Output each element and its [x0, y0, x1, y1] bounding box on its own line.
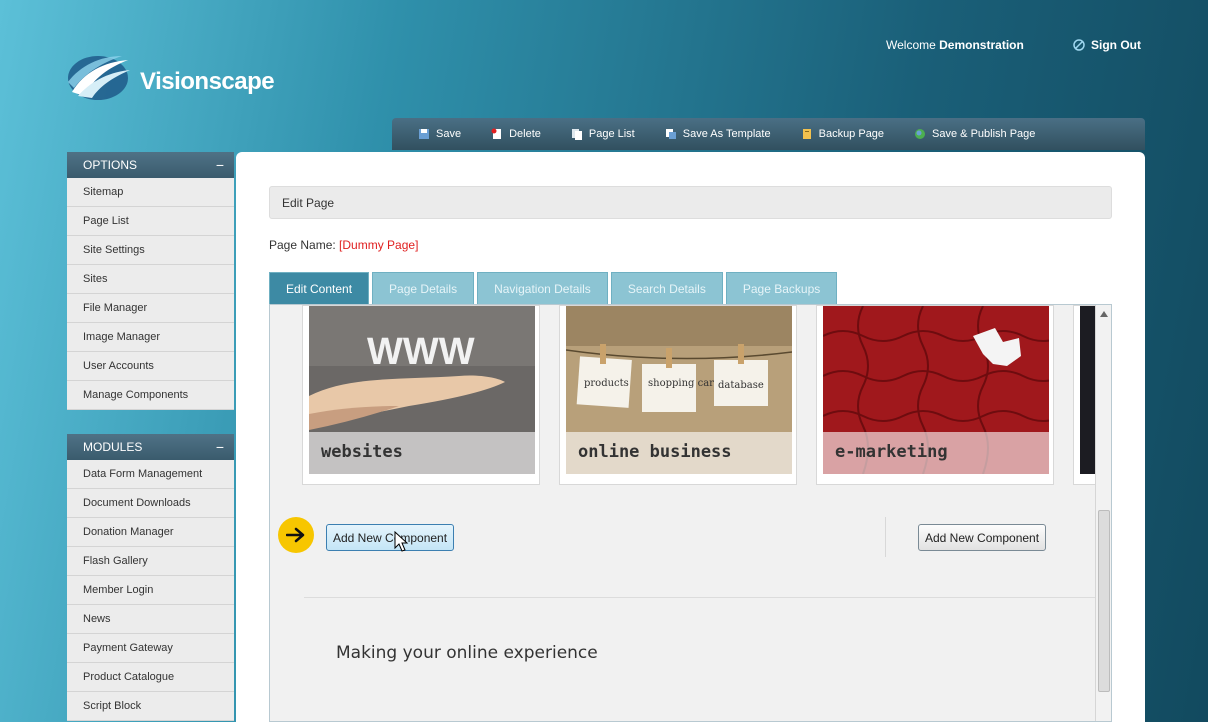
collapse-icon[interactable]: − [216, 157, 224, 173]
page-list-button[interactable]: Page List [571, 128, 635, 140]
e-marketing-caption: e-marketing [823, 432, 1049, 474]
online-business-caption: online business [566, 432, 792, 474]
save-as-template-label: Save As Template [682, 128, 771, 140]
options-title: OPTIONS [83, 158, 138, 172]
backup-icon [802, 129, 811, 139]
tab-navigation-details[interactable]: Navigation Details [477, 272, 608, 304]
sidebar-item-donation-manager[interactable]: Donation Manager [67, 518, 234, 547]
www-text: WWW [367, 331, 475, 373]
toolbar: Save Delete Page List Save As Template B… [392, 118, 1145, 150]
e-marketing-panel[interactable]: e-marketing [816, 305, 1054, 485]
sidebar-item-flash-gallery[interactable]: Flash Gallery [67, 547, 234, 576]
sidebar-item-product-catalogue[interactable]: Product Catalogue [67, 663, 234, 692]
sidebar: OPTIONS − Sitemap Page List Site Setting… [67, 152, 234, 721]
main-panel: Edit Page Page Name: [Dummy Page] Edit C… [236, 152, 1145, 722]
header: Visionscape Welcome Demonstration Sign O… [0, 0, 1208, 150]
page-list-label: Page List [588, 128, 635, 140]
cursor-icon [394, 531, 409, 552]
tab-page-backups[interactable]: Page Backups [725, 272, 838, 304]
template-icon [665, 129, 676, 139]
online-business-panel[interactable]: products shopping cart database online b… [559, 305, 797, 485]
save-publish-label: Save & Publish Page [932, 128, 1036, 140]
sidebar-item-manage-components[interactable]: Manage Components [67, 381, 234, 410]
modules-header[interactable]: MODULES − [67, 434, 234, 460]
delete-icon [491, 128, 502, 139]
save-as-template-button[interactable]: Save As Template [665, 128, 771, 140]
user-name: Demonstration [939, 38, 1024, 52]
sidebar-item-image-manager[interactable]: Image Manager [67, 323, 234, 352]
note-shopping-cart: shopping cart [648, 378, 718, 389]
page-name-label: Page Name: [269, 238, 336, 252]
note-products: products [584, 378, 629, 389]
sidebar-item-script-block[interactable]: Script Block [67, 692, 234, 721]
backup-page-button[interactable]: Backup Page [801, 128, 884, 140]
arrow-right-icon [286, 527, 305, 543]
divider [885, 517, 886, 557]
sidebar-item-sites[interactable]: Sites [67, 265, 234, 294]
sign-out-icon [1073, 39, 1085, 51]
sidebar-item-file-manager[interactable]: File Manager [67, 294, 234, 323]
sign-out-link[interactable]: Sign Out [1073, 38, 1141, 52]
sidebar-item-member-login[interactable]: Member Login [67, 576, 234, 605]
options-header[interactable]: OPTIONS − [67, 152, 234, 178]
save-button[interactable]: Save [418, 128, 461, 140]
sidebar-item-sitemap[interactable]: Sitemap [67, 178, 234, 207]
tab-page-details[interactable]: Page Details [372, 272, 475, 304]
brand-name: Visionscape [140, 68, 275, 95]
logo[interactable]: Visionscape [64, 52, 284, 104]
edit-page-title: Edit Page [269, 186, 1112, 219]
delete-label: Delete [509, 128, 541, 140]
sidebar-item-payment-gateway[interactable]: Payment Gateway [67, 634, 234, 663]
sidebar-item-document-downloads[interactable]: Document Downloads [67, 489, 234, 518]
sidebar-item-page-list[interactable]: Page List [67, 207, 234, 236]
delete-button[interactable]: Delete [491, 128, 541, 140]
add-component-button-right[interactable]: Add New Component [918, 524, 1047, 551]
tab-search-details[interactable]: Search Details [610, 272, 723, 304]
save-publish-button[interactable]: Save & Publish Page [914, 128, 1035, 140]
scrollbar-thumb[interactable] [1098, 510, 1110, 692]
page-name: Page Name: [Dummy Page] [269, 238, 418, 252]
sidebar-item-data-form-management[interactable]: Data Form Management [67, 460, 234, 489]
content-divider [304, 597, 1096, 598]
websites-panel[interactable]: WWW websites [302, 305, 540, 485]
sidebar-item-site-settings[interactable]: Site Settings [67, 236, 234, 265]
content-editor[interactable]: WWW websites products shopping cart data… [269, 304, 1112, 722]
sidebar-item-user-accounts[interactable]: User Accounts [67, 352, 234, 381]
sidebar-item-news[interactable]: News [67, 605, 234, 634]
highlight-arrow [278, 517, 314, 553]
note-database: database [718, 380, 764, 391]
page-name-value: [Dummy Page] [339, 238, 419, 252]
publish-icon [915, 129, 926, 139]
add-component-button-left[interactable]: Add New Component [326, 524, 455, 551]
tab-bar: Edit Content Page Details Navigation Det… [269, 272, 840, 304]
save-icon [419, 129, 429, 139]
welcome-prefix: Welcome [886, 38, 936, 52]
sign-out-label: Sign Out [1091, 38, 1141, 52]
scroll-up-icon[interactable] [1100, 311, 1108, 317]
tagline: Making your online experience [336, 643, 598, 663]
visionscape-logo-icon [68, 56, 130, 100]
websites-caption: websites [309, 432, 535, 474]
vertical-scrollbar[interactable] [1095, 305, 1111, 721]
modules-title: MODULES [83, 440, 143, 454]
backup-page-label: Backup Page [818, 128, 885, 140]
save-label: Save [436, 128, 462, 140]
tab-edit-content[interactable]: Edit Content [269, 272, 370, 304]
collapse-icon[interactable]: − [216, 439, 224, 455]
page-list-icon [571, 129, 582, 140]
welcome-text: Welcome Demonstration [886, 38, 1024, 52]
